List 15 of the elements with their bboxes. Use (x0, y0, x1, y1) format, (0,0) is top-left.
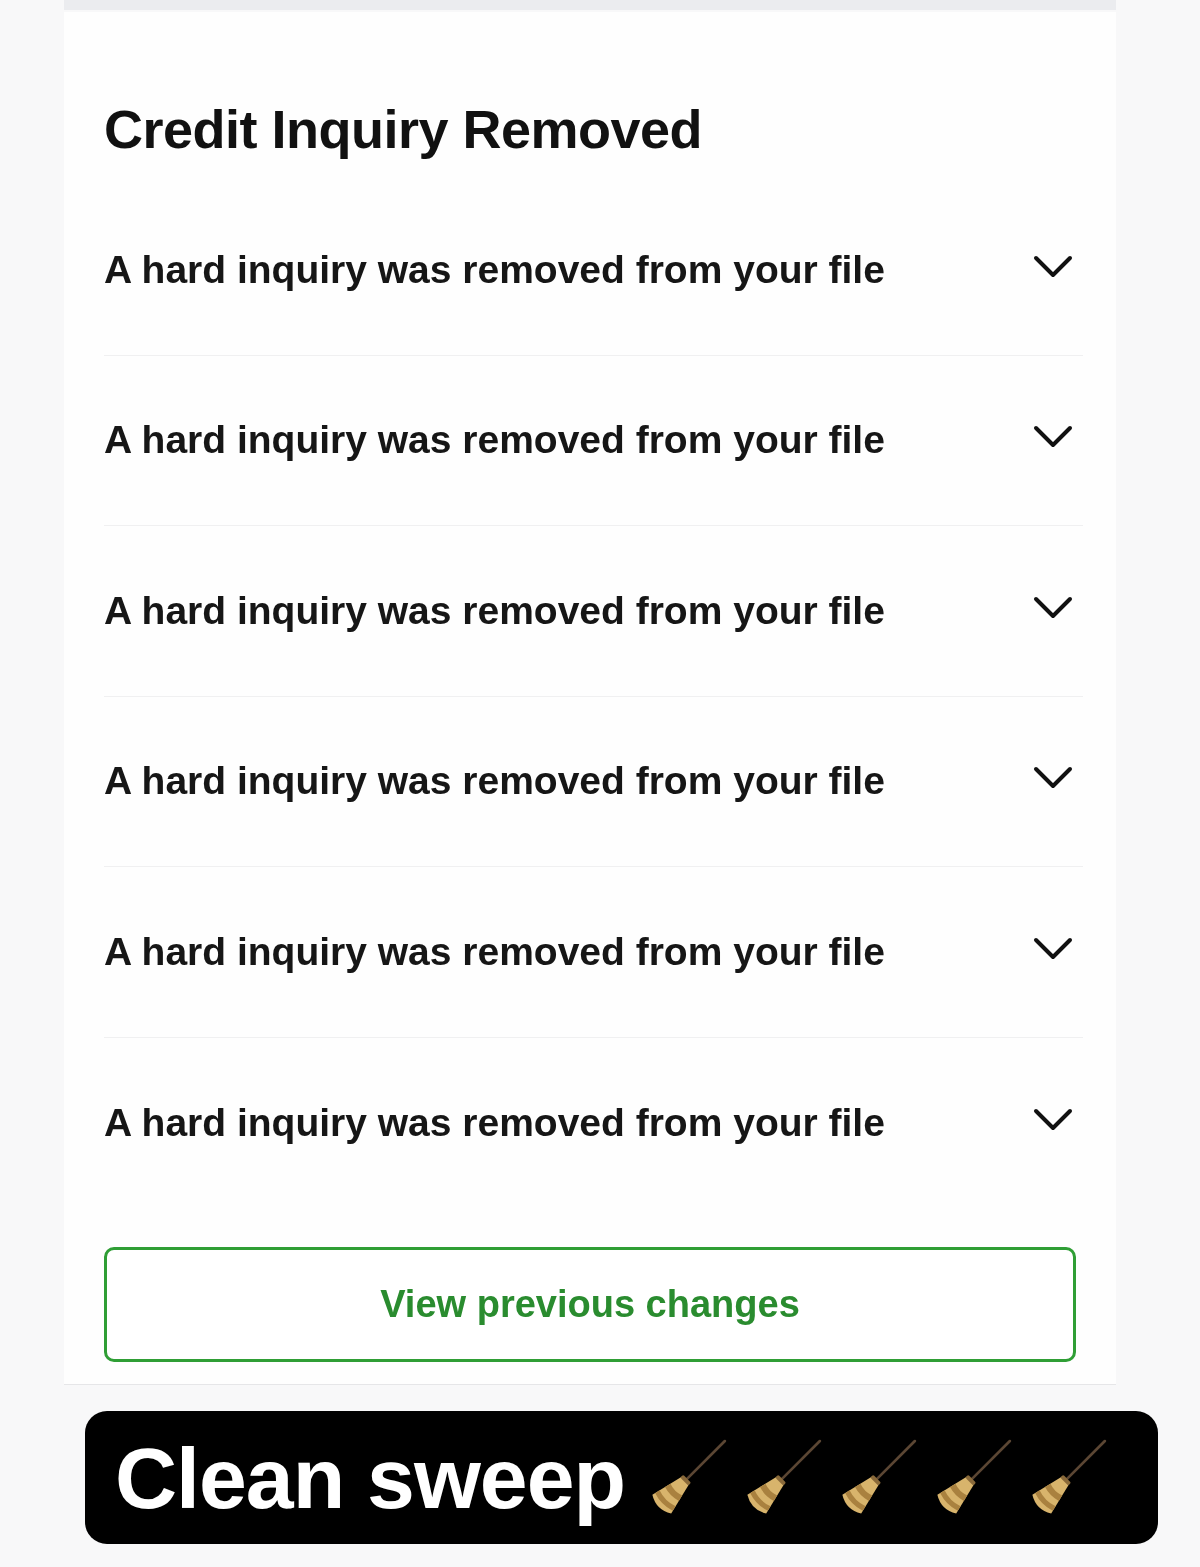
row-title: A hard inquiry was removed from your file (104, 928, 885, 975)
row-title: A hard inquiry was removed from your file (104, 1099, 885, 1146)
chevron-down-icon[interactable] (1033, 1107, 1073, 1132)
chevron-down-icon[interactable] (1033, 595, 1073, 620)
row-title: A hard inquiry was removed from your file (104, 417, 885, 464)
chevron-down-icon[interactable] (1033, 766, 1073, 791)
section-title: Credit Inquiry Removed (104, 98, 703, 161)
view-previous-changes-button[interactable]: View previous changes (104, 1247, 1076, 1362)
row-title: A hard inquiry was removed from your file (104, 587, 885, 634)
chevron-down-icon[interactable] (1033, 254, 1073, 279)
row-title: A hard inquiry was removed from your file (104, 758, 885, 805)
chevron-down-icon[interactable] (1033, 936, 1073, 961)
caption-text: Clean sweep (115, 1428, 625, 1527)
chevron-down-icon[interactable] (1033, 425, 1073, 450)
row-title: A hard inquiry was removed from your file (104, 246, 885, 293)
